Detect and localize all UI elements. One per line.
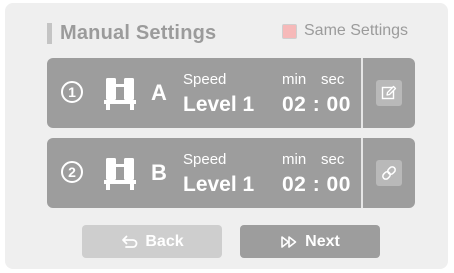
fast-forward-icon xyxy=(281,235,297,248)
min-label: min xyxy=(282,71,307,88)
card-divider xyxy=(361,138,363,208)
link-icon xyxy=(382,166,396,180)
device-icon xyxy=(104,158,136,190)
time-value: 02 : 00 xyxy=(282,173,351,196)
card-number-badge: 2 xyxy=(61,161,83,183)
device-card-b: 2 B Speed Level 1 min sec 02 : 00 xyxy=(47,138,415,208)
section-header: Manual Settings xyxy=(47,21,216,45)
min-label: min xyxy=(282,151,307,168)
edit-icon xyxy=(381,85,397,100)
link-button[interactable] xyxy=(376,160,402,186)
next-button[interactable]: Next xyxy=(240,225,380,258)
speed-label: Speed xyxy=(183,71,227,88)
next-button-label: Next xyxy=(305,232,340,250)
time-value: 02 : 00 xyxy=(282,93,351,116)
sec-label: sec xyxy=(321,71,345,88)
speed-level-value: Level 1 xyxy=(183,93,255,116)
card-divider xyxy=(361,58,363,128)
same-settings-toggle[interactable]: Same Settings xyxy=(282,20,408,42)
device-icon xyxy=(104,78,136,110)
sec-label: sec xyxy=(321,151,345,168)
settings-panel: Manual Settings xyxy=(5,3,448,269)
same-settings-label: Same Settings xyxy=(304,22,409,39)
back-button[interactable]: Back xyxy=(82,225,222,258)
back-arrow-icon xyxy=(122,235,138,248)
device-card-a: 1 A Speed Level 1 min sec 02 : 00 xyxy=(47,58,415,128)
card-letter: A xyxy=(151,80,167,105)
speed-label: Speed xyxy=(183,151,227,168)
edit-button[interactable] xyxy=(376,80,402,106)
card-letter: B xyxy=(151,160,167,185)
speed-level-value: Level 1 xyxy=(183,173,255,196)
same-settings-checkbox[interactable] xyxy=(282,23,297,39)
card-number-badge: 1 xyxy=(61,81,83,103)
back-button-label: Back xyxy=(145,232,184,250)
header-accent-bar xyxy=(47,22,52,44)
page-title: Manual Settings xyxy=(60,21,217,44)
